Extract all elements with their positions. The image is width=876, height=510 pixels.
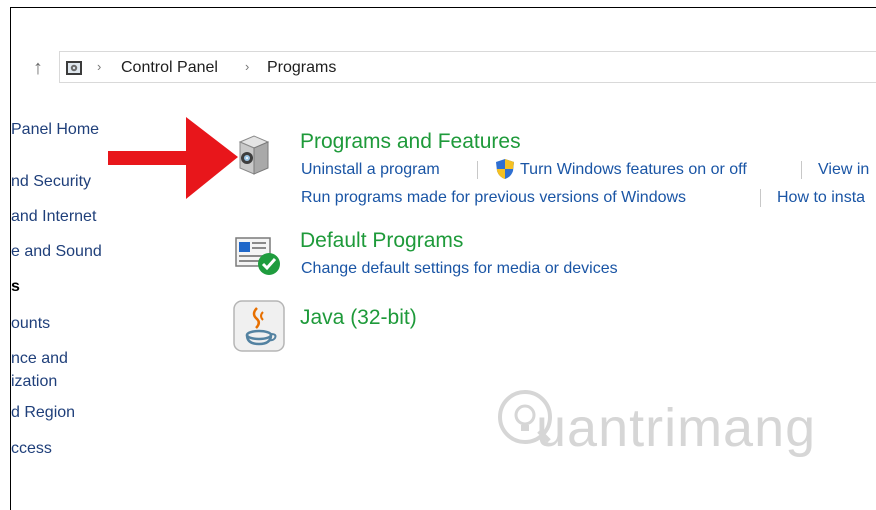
windows-features-link[interactable]: Turn Windows features on or off [520, 161, 747, 179]
programs-and-features-title[interactable]: Programs and Features [300, 130, 521, 154]
red-arrow-annotation [108, 117, 238, 199]
breadcrumb-control-panel[interactable]: Control Panel [121, 59, 218, 77]
default-programs-title[interactable]: Default Programs [300, 229, 463, 253]
default-programs-icon[interactable] [235, 236, 283, 278]
sidebar-item-clock-and-region[interactable]: d Region [11, 404, 75, 422]
view-installed-updates-link[interactable]: View in [818, 161, 869, 179]
breadcrumb-separator: › [245, 59, 250, 74]
sidebar-item-programs[interactable]: s [11, 278, 20, 296]
java-title[interactable]: Java (32-bit) [300, 306, 417, 330]
sidebar-item-user-accounts[interactable]: ounts [11, 315, 50, 333]
sidebar-item-ease-of-access[interactable]: ccess [11, 440, 52, 458]
sidebar-item-hardware-and-sound[interactable]: e and Sound [11, 243, 102, 261]
sidebar-item-network-and-internet[interactable]: and Internet [11, 208, 96, 226]
breadcrumb-programs[interactable]: Programs [267, 59, 336, 77]
watermark-text: uantrimang [536, 398, 817, 458]
java-icon[interactable] [233, 300, 285, 352]
up-arrow-icon[interactable]: ↑ [28, 58, 48, 78]
sidebar-item-appearance-and[interactable]: nce and [11, 350, 68, 368]
breadcrumb-separator: › [97, 59, 102, 74]
run-older-programs-link[interactable]: Run programs made for previous versions … [301, 189, 686, 207]
sidebar-item-system-and-security[interactable]: nd Security [11, 173, 91, 191]
uac-shield-icon [496, 159, 514, 179]
link-divider [760, 189, 761, 207]
link-divider [477, 161, 478, 179]
control-panel-icon [66, 61, 82, 75]
change-default-settings-link[interactable]: Change default settings for media or dev… [301, 260, 618, 278]
window-top-edge [0, 0, 876, 8]
window-left-edge [0, 7, 11, 510]
sidebar-item-personalization[interactable]: ization [11, 373, 57, 391]
programs-features-icon[interactable] [236, 132, 272, 178]
uninstall-program-link[interactable]: Uninstall a program [301, 161, 440, 179]
sidebar-item-control-panel-home[interactable]: Panel Home [11, 121, 99, 139]
address-bar[interactable]: › Control Panel › Programs [59, 51, 876, 83]
link-divider [801, 161, 802, 179]
how-to-install-link[interactable]: How to insta [777, 189, 865, 207]
